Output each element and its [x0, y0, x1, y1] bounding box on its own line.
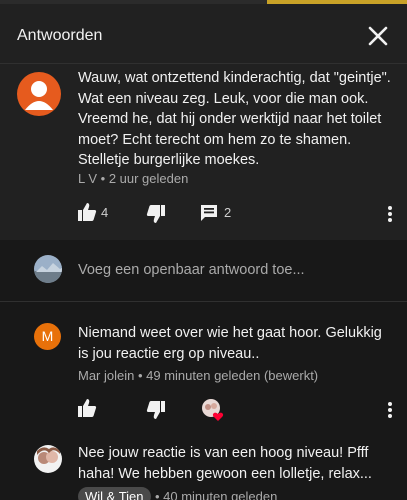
thumbs-down-icon[interactable] [146, 400, 166, 420]
comment-text: Niemand weet over wie het gaat hoor. Gel… [78, 325, 382, 362]
reply-input[interactable]: Voeg een openbaar antwoord toe... [78, 262, 305, 278]
reply-count: 2 [224, 205, 232, 220]
profile-photo-icon [34, 445, 62, 473]
comment-actions: 4 2 [0, 202, 407, 230]
thumbs-up-icon[interactable] [77, 202, 97, 222]
header-title: Antwoorden [17, 27, 103, 44]
avatar [34, 255, 62, 283]
like-count: 4 [101, 205, 109, 220]
profile-photo-icon [34, 255, 62, 283]
thumbs-up-icon[interactable] [77, 398, 97, 418]
close-icon[interactable] [367, 25, 389, 47]
comment-time: • 40 minuten geleden [154, 489, 278, 500]
avatar[interactable] [34, 445, 62, 473]
reply-comment: M Niemand weet over wie het gaat hoor. G… [0, 303, 407, 433]
avatar[interactable]: M [34, 323, 61, 350]
more-options-icon[interactable] [387, 401, 393, 419]
parent-comment: Wauw, wat ontzettend kinderachtig, dat "… [0, 64, 407, 240]
reply-composer[interactable]: Voeg een openbaar antwoord toe... [0, 240, 407, 302]
reply-comment: Nee jouw reactie is van een hoog niveau!… [0, 433, 407, 500]
default-user-icon [25, 81, 53, 110]
comment-text: Nee jouw reactie is van een hoog niveau!… [78, 445, 372, 482]
creator-author-chip[interactable]: Wil & Tien [78, 487, 151, 500]
avatar[interactable] [17, 72, 61, 116]
comment-actions [0, 398, 407, 426]
comment-time: • 49 minuten geleden (bewerkt) [137, 368, 319, 383]
comment-time: • 2 uur geleden [100, 171, 189, 186]
comment-meta: Mar jolein • 49 minuten geleden (bewerkt… [78, 368, 318, 383]
reply-comment-icon[interactable] [199, 203, 219, 223]
more-options-icon[interactable] [387, 205, 393, 223]
comment-text: Wauw, wat ontzettend kinderachtig, dat "… [78, 70, 391, 168]
comment-meta: L V • 2 uur geleden [78, 171, 188, 186]
comment-meta: Wil & Tien • 40 minuten geleden [78, 487, 277, 500]
thumbs-down-icon[interactable] [146, 204, 166, 224]
comment-author[interactable]: Mar jolein [78, 368, 134, 383]
comment-author[interactable]: L V [78, 171, 97, 186]
creator-heart-icon [202, 399, 224, 421]
replies-header: Antwoorden [0, 4, 407, 64]
